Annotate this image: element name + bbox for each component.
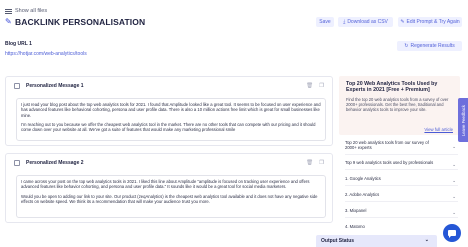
blog-url-link[interactable]: https://hotjar.com/web-analytics/tools [5, 51, 87, 57]
chevron-down-icon: ⌄ [452, 209, 456, 215]
feedback-label: Leave Feedback [460, 104, 466, 136]
message-paragraph: I'm reaching out to you because we offer… [21, 121, 316, 133]
pencil-icon: ✎ [5, 17, 12, 26]
select-checkbox[interactable] [14, 160, 20, 166]
accordion-label: Top 20 web analytics tools from our surv… [345, 140, 429, 151]
chevron-down-icon: ⌄ [452, 144, 456, 149]
show-all-files-link[interactable]: Show all files [5, 8, 47, 14]
download-csv-button[interactable]: ⤓ Download as CSV [338, 17, 393, 27]
view-full-article-link[interactable]: View full article [424, 127, 453, 132]
accordion-item[interactable]: Top 9 web analytics tools used by profes… [345, 160, 458, 170]
chevron-down-icon: ⌄ [452, 177, 456, 183]
message-title: Personalized Message 2 [26, 160, 84, 166]
title-row: ✎ BACKLINK PERSONALISATION [5, 17, 145, 27]
menu-icon [5, 8, 12, 14]
regenerate-button[interactable]: ↻ Regenerate Results [397, 41, 462, 51]
promo-title: Top 20 Web Analytics Tools Used by Exper… [346, 81, 438, 94]
message-paragraph: Would you be open to adding our link to … [21, 193, 318, 204]
trash-icon[interactable]: 🗑 [306, 83, 313, 89]
select-checkbox[interactable] [14, 83, 20, 89]
accordion-label: Top 9 web analytics tools used by profes… [345, 160, 434, 165]
accordion-item[interactable]: 1. Google Analytics ⌄ [345, 176, 458, 186]
article-promo-card: Top 20 Web Analytics Tools Used by Exper… [339, 76, 460, 135]
edit-prompt-button[interactable]: ✎ Edit Prompt & Try Again [398, 17, 462, 27]
message-card: Personalized Message 1 🗑 ❐ I just read y… [5, 76, 333, 146]
save-label: Save [319, 19, 331, 25]
message-title: Personalized Message 1 [26, 83, 84, 89]
accordion-item[interactable]: Top 20 web analytics tools from our surv… [345, 140, 458, 155]
message-actions: 🗑 ❐ [300, 160, 324, 166]
edit-label: Edit Prompt & Try Again [406, 19, 460, 25]
trash-icon[interactable]: 🗑 [306, 160, 313, 166]
blog-url-label: Blog URL 1 [5, 41, 32, 47]
chevron-down-icon: ⌄ [452, 161, 456, 167]
article-sidebar: Top 20 Web Analytics Tools Used by Exper… [339, 76, 464, 241]
chat-button[interactable] [443, 224, 461, 242]
accordion-label: 1. Google Analytics [345, 176, 381, 181]
message-card-header: Personalized Message 1 [14, 83, 84, 89]
accordion-label: 4. Matomo [345, 224, 365, 229]
accordion-label: 2. Adobe Analytics [345, 192, 380, 197]
accordion-label: 3. Mixpanel [345, 208, 367, 213]
accordion-item[interactable]: 4. Matomo [345, 224, 458, 234]
promo-body: Find the top 20 web analytics tools from… [346, 96, 449, 112]
download-icon: ⤓ [343, 19, 346, 25]
accordion-item[interactable]: 3. Mixpanel ⌄ [345, 208, 458, 218]
message-paragraph: I just read your blog post about the top… [21, 102, 321, 118]
chevron-down-icon: ⌄ [452, 193, 456, 199]
edit-icon: ✎ [400, 19, 405, 25]
page-title: BACKLINK PERSONALISATION [15, 17, 146, 27]
message-actions: 🗑 ❐ [300, 83, 324, 89]
accordion-item[interactable]: 2. Adobe Analytics ⌄ [345, 192, 458, 202]
regenerate-label: Regenerate Results [410, 43, 455, 49]
message-textbox[interactable]: I just read your blog post about the top… [16, 98, 326, 141]
output-status-panel[interactable]: Output Status ⌄ [316, 235, 437, 247]
message-card: Personalized Message 2 🗑 ❐ I came across… [5, 153, 333, 223]
copy-icon[interactable]: ❐ [319, 160, 324, 166]
copy-icon[interactable]: ❐ [319, 83, 324, 89]
save-button[interactable]: Save [316, 17, 334, 27]
leave-feedback-tab[interactable]: Leave Feedback [458, 98, 468, 142]
refresh-icon: ↻ [404, 43, 409, 49]
show-all-label: Show all files [15, 8, 48, 14]
message-paragraph: I came across your post on the top web a… [21, 179, 310, 190]
download-label: Download as CSV [347, 19, 388, 25]
chevron-down-icon: ⌄ [424, 237, 429, 243]
message-card-header: Personalized Message 2 [14, 160, 84, 166]
output-status-label: Output Status [321, 238, 355, 244]
chat-icon [448, 230, 456, 238]
message-textbox[interactable]: I came across your post on the top web a… [16, 175, 326, 218]
